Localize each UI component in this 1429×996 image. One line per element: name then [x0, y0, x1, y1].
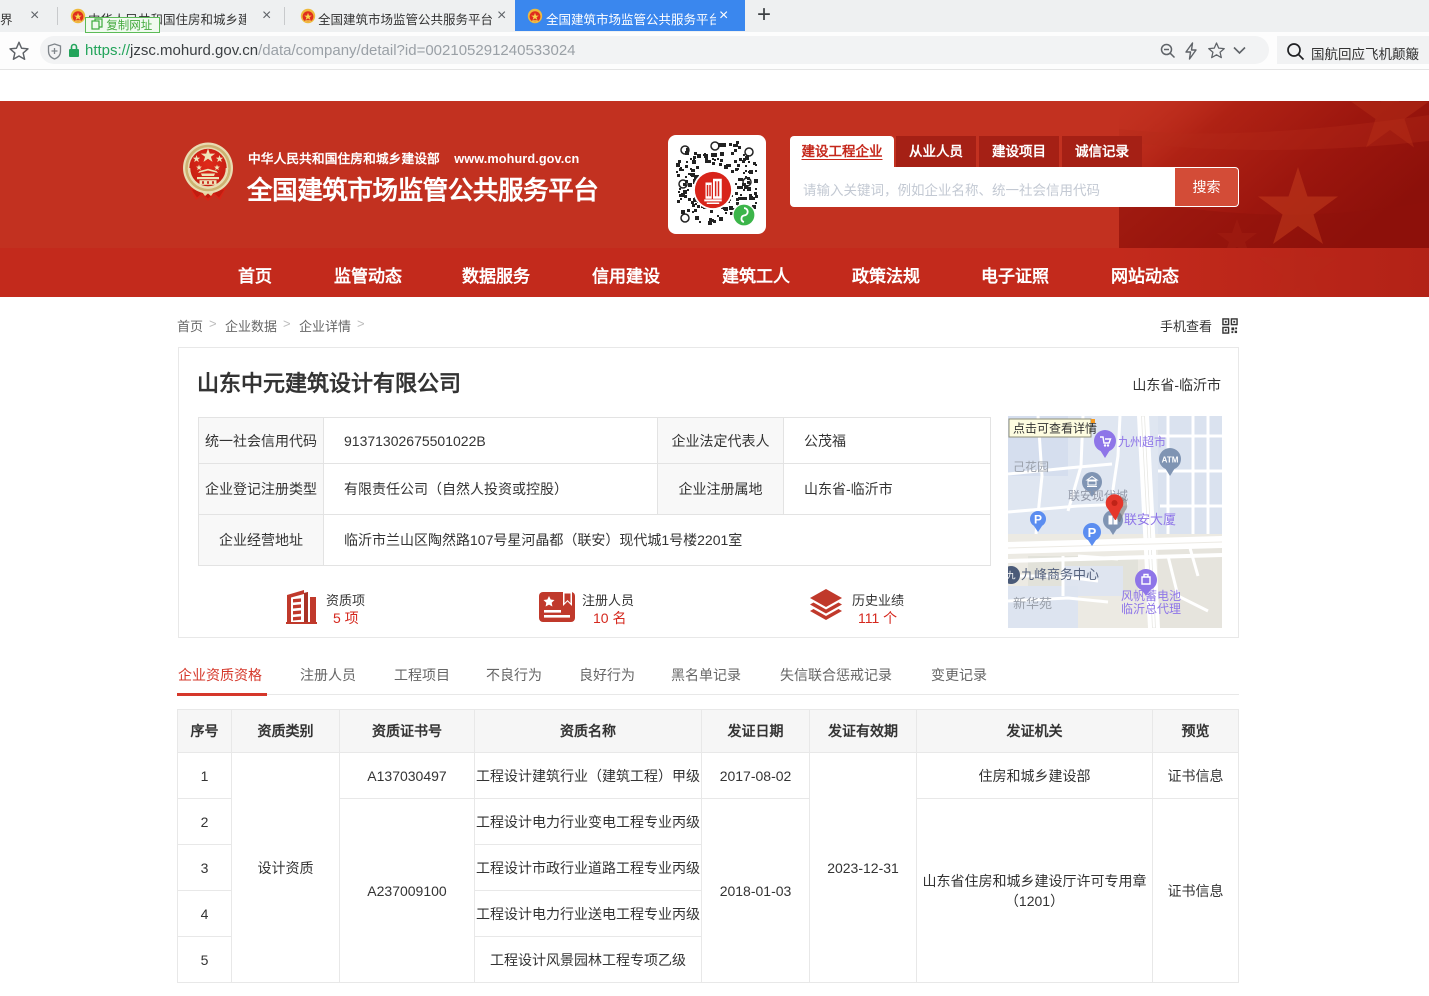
svg-text:风帆蓄电池: 风帆蓄电池	[1121, 588, 1181, 603]
svg-text:己花园: 己花园	[1013, 459, 1049, 474]
svg-text:临沂总代理: 临沂总代理	[1121, 602, 1181, 616]
svg-text:九峰商务中心: 九峰商务中心	[1021, 567, 1099, 582]
svg-text:P: P	[1034, 513, 1042, 527]
svg-text:新华苑: 新华苑	[1013, 596, 1052, 611]
svg-text:P: P	[1088, 525, 1097, 540]
svg-text:九: 九	[1008, 571, 1016, 581]
svg-text:联安大厦: 联安大厦	[1124, 512, 1176, 527]
svg-text:点击可查看详情: 点击可查看详情	[1013, 421, 1097, 436]
svg-text:ATM: ATM	[1162, 456, 1179, 465]
svg-text:九州超市: 九州超市	[1118, 434, 1166, 449]
